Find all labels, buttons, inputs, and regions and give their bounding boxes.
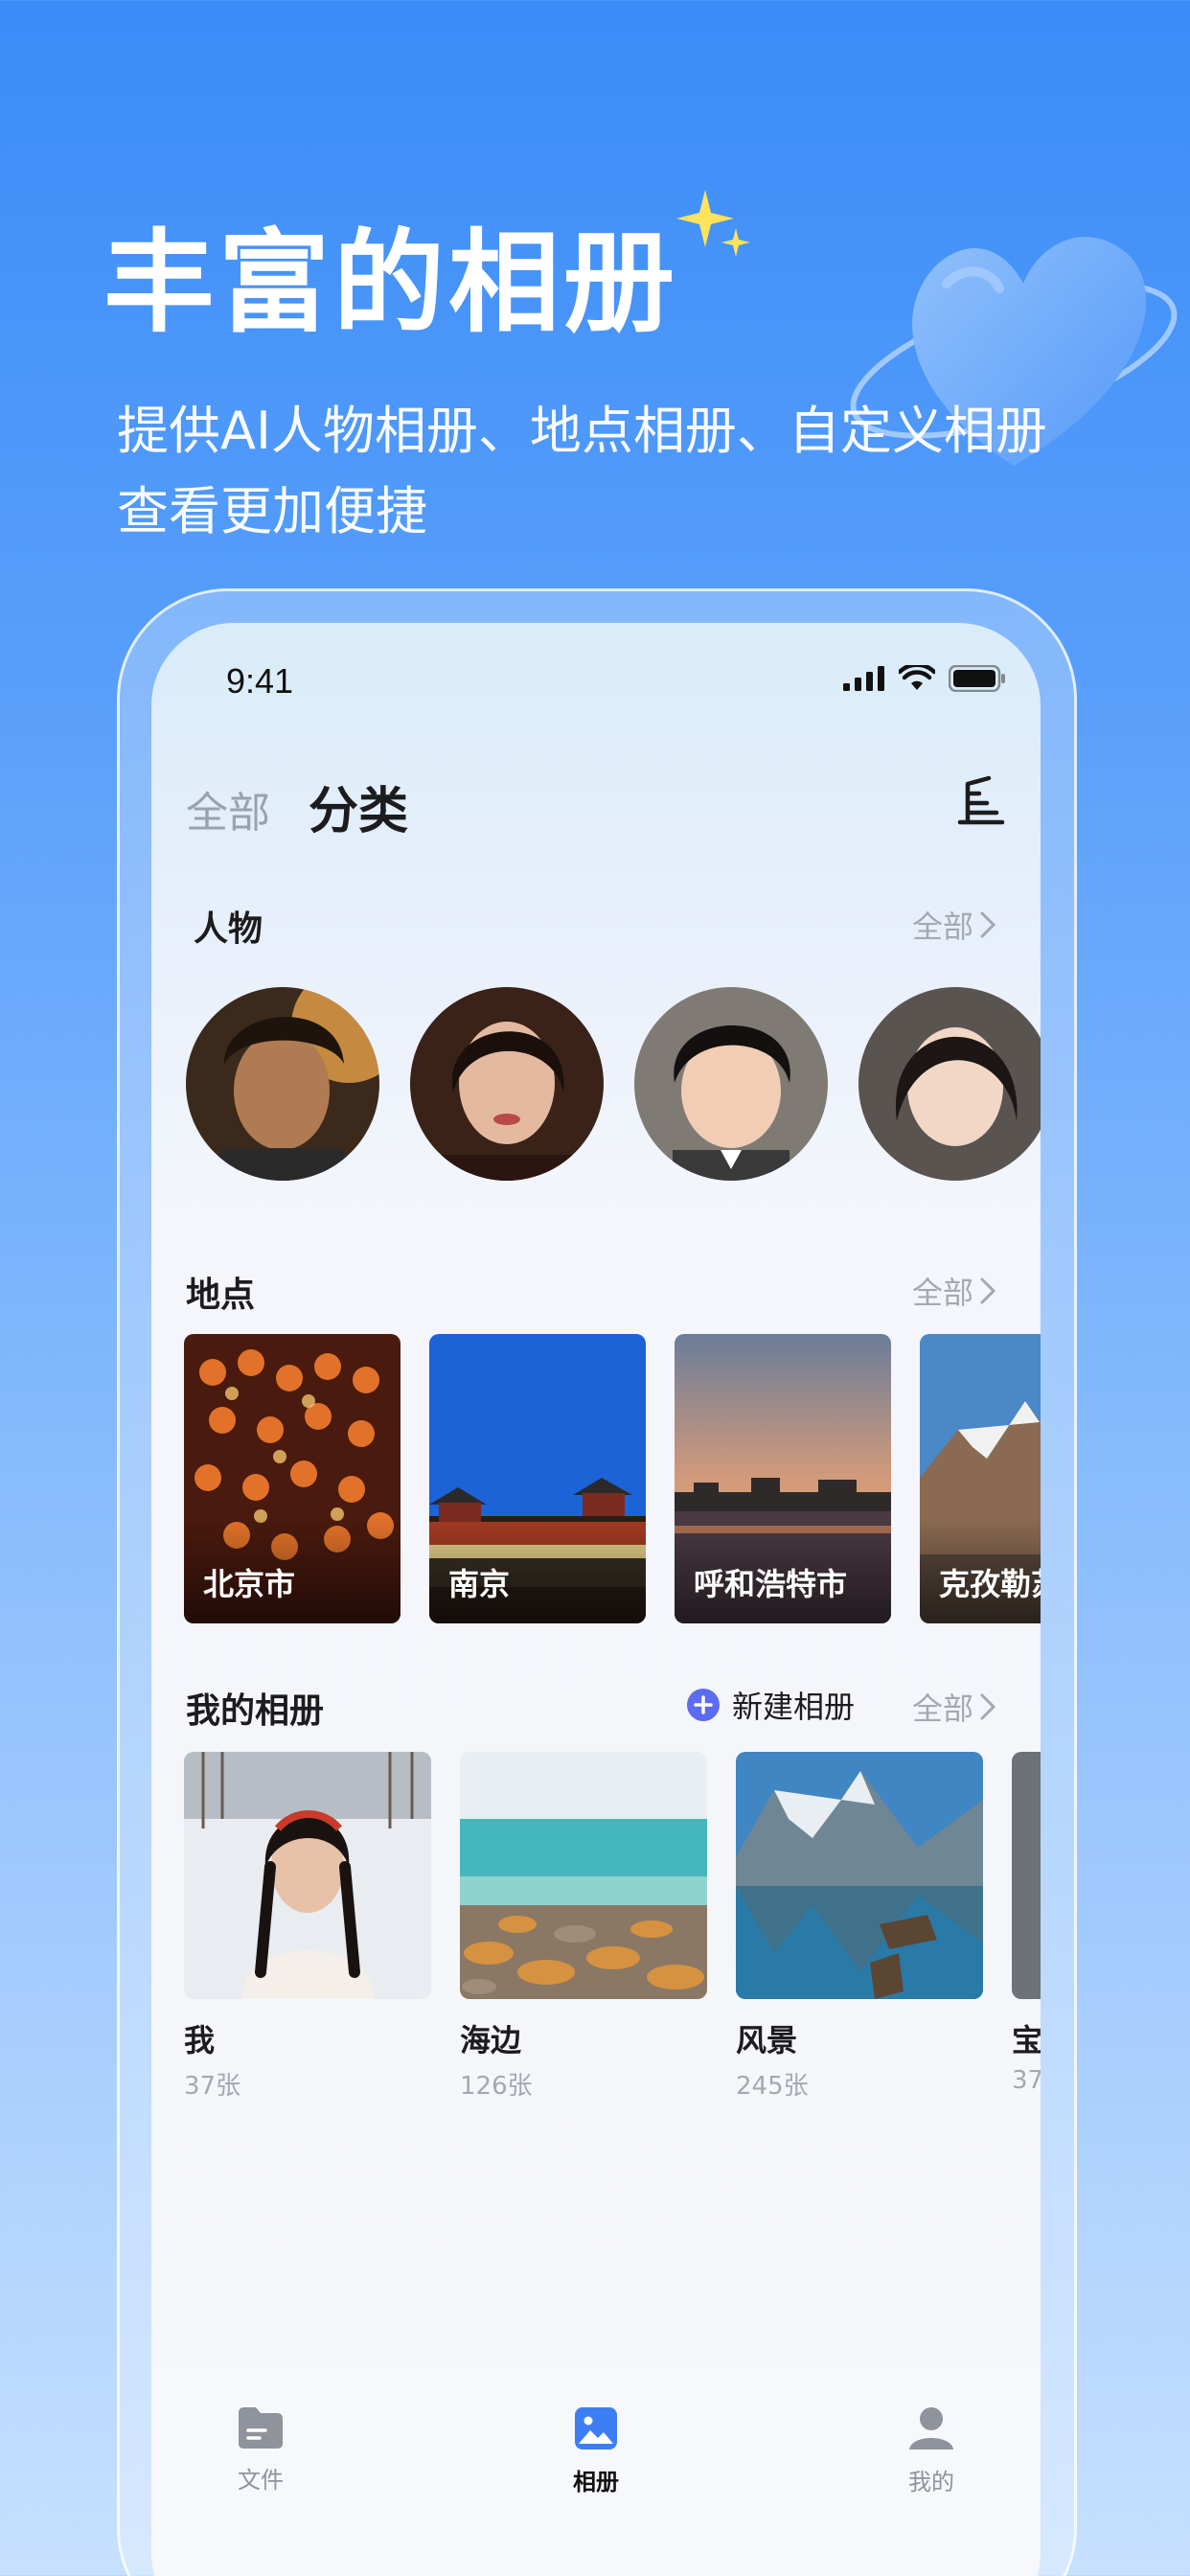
tab-all[interactable]: 全部 [186,778,270,840]
album-card[interactable]: 海边 126张 [460,1752,707,2102]
place-label: 呼和浩特市 [694,1566,848,1602]
new-album-label: 新建相册 [731,1689,855,1725]
album-card[interactable]: 我 37张 [184,1752,431,2102]
promo-subtitle-line2: 查看更加便捷 [117,481,427,541]
album-name: 宝 [1012,2022,1041,2058]
album-cover [184,1752,431,1999]
albums-see-all[interactable]: 全部 [912,1685,996,1729]
album-cover [460,1752,707,1999]
places-row: 北京市 南京 呼和浩特市 克孜勒 [184,1334,1041,1623]
people-section-header: 人物 全部 [186,901,1012,958]
albums-row: 我 37张 海边 126张 风景 245张 宝 37 [184,1752,1041,2101]
promo-subtitle: 提供AI人物相册、地点相册、自定义相册 查看更加便捷 [117,391,1152,552]
people-see-all[interactable]: 全部 [912,903,996,947]
places-title: 地点 [186,1276,256,1315]
person-avatar[interactable] [634,987,828,1181]
album-image-icon [575,2407,617,2450]
phone-screen: 9:41 全部 分类 人物 全部 地点 全部 北京市 南京 呼和浩特市 克孜勒 … [151,623,1041,2576]
place-label: 克孜勒苏 [939,1566,1041,1602]
tab-category[interactable]: 分类 [309,770,408,842]
album-name: 海边 [460,2022,522,2058]
nav-mine[interactable]: 我的 [864,2405,998,2496]
status-icons [843,665,1006,692]
plus-circle-icon [686,1689,720,1721]
album-name: 风景 [736,2022,798,2058]
places-see-all-label: 全部 [911,1275,973,1311]
album-name: 我 [184,2022,216,2058]
status-bar: 9:41 [151,623,1041,728]
albums-title: 我的相册 [186,1691,325,1731]
albums-see-all-label: 全部 [911,1690,973,1727]
place-card[interactable]: 呼和浩特市 [675,1334,891,1623]
album-cover [736,1752,983,1999]
sort-icon[interactable] [952,774,1010,832]
chevron-right-icon [980,911,996,938]
top-tabs: 全部 分类 [186,767,1010,843]
album-count: 37 [1012,2066,1041,2095]
new-album-button[interactable]: 新建相册 [686,1683,855,1727]
person-avatar[interactable] [858,987,1041,1181]
people-see-all-label: 全部 [911,908,973,945]
album-card[interactable]: 宝 37 [1012,1752,1041,2095]
person-avatar[interactable] [186,987,379,1181]
nav-files-label: 文件 [238,2467,284,2494]
chevron-right-icon [980,1693,996,1720]
place-card[interactable]: 克孜勒苏 [920,1334,1041,1623]
chevron-right-icon [980,1277,996,1304]
status-time: 9:41 [226,661,294,701]
album-count: 37张 [184,2072,241,2101]
bottom-nav: 文件 相册 我的 [151,2365,1041,2576]
battery-icon [949,665,1005,692]
album-count: 245张 [736,2072,809,2101]
user-icon [909,2407,953,2450]
folder-icon [239,2407,283,2449]
place-label: 北京市 [203,1566,296,1602]
place-label: 南京 [448,1566,511,1602]
promo-subtitle-line1: 提供AI人物相册、地点相册、自定义相册 [117,401,1047,461]
people-row [186,987,1041,1184]
wifi-icon [899,665,935,690]
nav-mine-label: 我的 [908,2469,954,2496]
album-count: 126张 [460,2072,533,2101]
nav-files[interactable]: 文件 [194,2405,328,2495]
places-section-header: 地点 全部 [186,1267,1012,1324]
sparkle-icon [676,190,750,257]
signal-icon [843,666,884,691]
places-see-all[interactable]: 全部 [912,1269,996,1313]
album-card[interactable]: 风景 245张 [736,1752,983,2102]
people-title: 人物 [194,909,263,949]
albums-section-header: 我的相册 新建相册 全部 [186,1683,1012,1740]
nav-albums[interactable]: 相册 [529,2405,663,2496]
place-card[interactable]: 南京 [429,1334,646,1623]
person-avatar[interactable] [410,987,604,1181]
album-cover [1012,1752,1041,1999]
promo-title: 丰富的相册 [103,218,678,348]
nav-albums-label: 相册 [573,2469,619,2496]
place-card[interactable]: 北京市 [184,1334,400,1623]
